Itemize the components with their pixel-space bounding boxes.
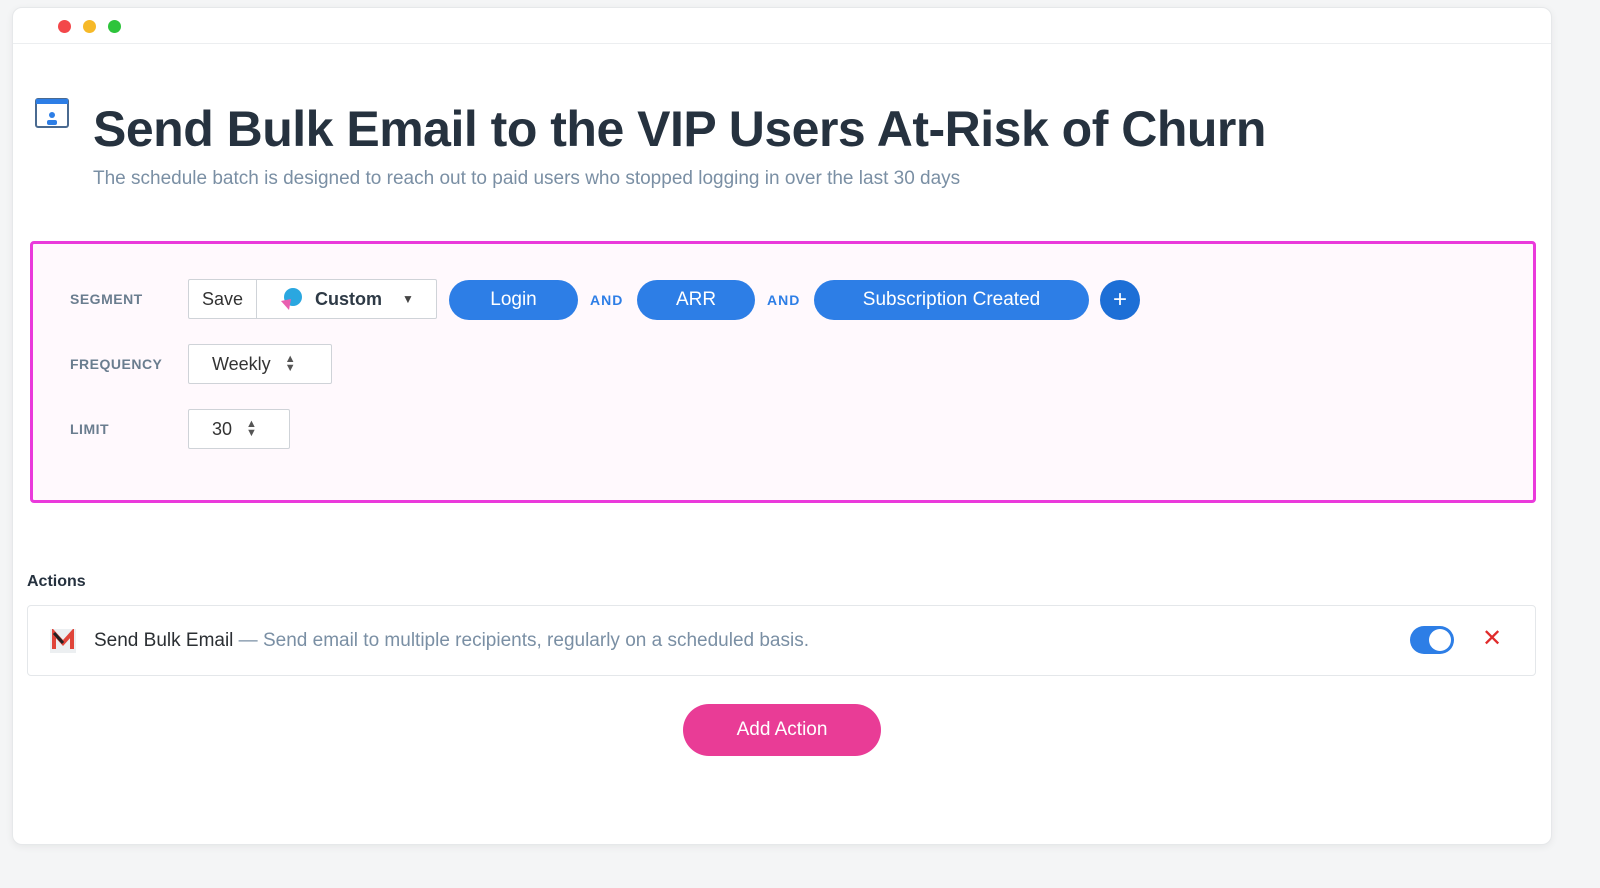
remove-action-icon[interactable]: ✕ bbox=[1482, 624, 1502, 653]
add-action-button[interactable]: Add Action bbox=[683, 704, 881, 756]
condition-arr[interactable]: ARR bbox=[637, 280, 755, 320]
close-window-button[interactable] bbox=[58, 20, 71, 33]
condition-login[interactable]: Login bbox=[449, 280, 578, 320]
segment-logo-icon bbox=[281, 288, 303, 310]
chevron-down-icon: ▼ bbox=[402, 292, 414, 306]
title-bar bbox=[13, 8, 1551, 44]
add-condition-button[interactable]: + bbox=[1100, 280, 1140, 320]
page-title: Send Bulk Email to the VIP Users At-Risk… bbox=[93, 101, 1266, 157]
action-description: Send email to multiple recipients, regul… bbox=[262, 629, 809, 651]
frequency-select[interactable]: Weekly ▲ ▼ bbox=[188, 344, 332, 384]
stepper-arrows-icon: ▲ ▼ bbox=[284, 353, 296, 374]
schedule-icon bbox=[35, 98, 69, 128]
frequency-value: Weekly bbox=[212, 353, 271, 374]
and-joiner: AND bbox=[767, 292, 801, 308]
segment-selected-value: Custom bbox=[315, 288, 383, 309]
action-separator: — bbox=[233, 629, 263, 651]
segment-label: SEGMENT bbox=[70, 291, 143, 307]
gmail-icon bbox=[50, 628, 76, 653]
segment-control: Save Custom ▼ bbox=[188, 279, 437, 319]
actions-heading: Actions bbox=[27, 573, 86, 590]
segment-dropdown[interactable]: Custom ▼ bbox=[257, 287, 414, 311]
stepper-arrows-icon: ▲ ▼ bbox=[246, 418, 257, 439]
limit-label: LIMIT bbox=[70, 421, 110, 437]
save-segment-button[interactable]: Save bbox=[189, 280, 258, 318]
page-subtitle: The schedule batch is designed to reach … bbox=[93, 168, 961, 189]
action-row: Send Bulk Email — Send email to multiple… bbox=[27, 605, 1536, 676]
app-window: Send Bulk Email to the VIP Users At-Risk… bbox=[12, 7, 1552, 845]
action-enabled-toggle[interactable] bbox=[1410, 626, 1454, 654]
plus-icon: + bbox=[1112, 286, 1127, 313]
minimize-window-button[interactable] bbox=[83, 20, 96, 33]
limit-value: 30 bbox=[212, 418, 233, 439]
maximize-window-button[interactable] bbox=[108, 20, 121, 33]
condition-subscription-created[interactable]: Subscription Created bbox=[814, 280, 1089, 320]
segment-settings-panel: SEGMENT Save Custom ▼ Login AND ARR AND … bbox=[30, 241, 1536, 503]
and-joiner: AND bbox=[590, 292, 624, 308]
action-name: Send Bulk Email bbox=[94, 629, 234, 651]
limit-select[interactable]: 30 ▲ ▼ bbox=[188, 409, 290, 449]
frequency-label: FREQUENCY bbox=[70, 356, 163, 372]
